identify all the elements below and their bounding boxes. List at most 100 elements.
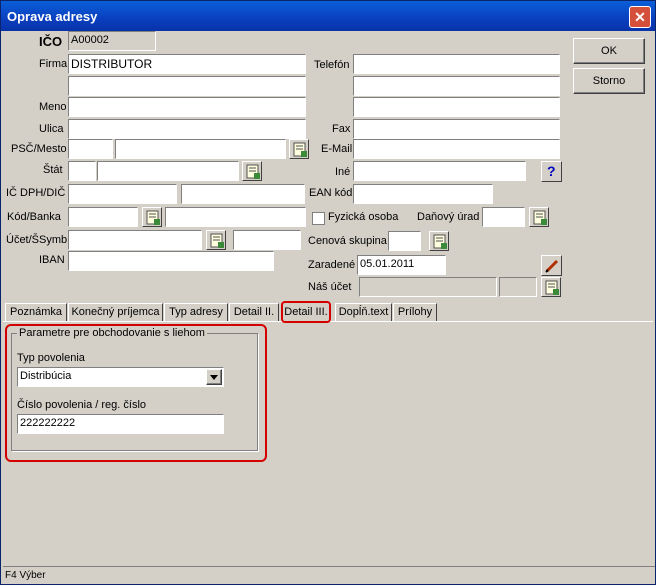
tab-prilohy[interactable]: Prílohy: [393, 303, 437, 321]
stat-picker-button[interactable]: [242, 161, 262, 181]
stat-code-field[interactable]: [68, 161, 96, 181]
stat-label: Štát: [43, 164, 63, 176]
tab-label: Poznámka: [10, 306, 62, 318]
firma-label: Firma: [39, 58, 68, 70]
title-bar: Oprava adresy ✕: [1, 1, 655, 31]
telefon-field[interactable]: [353, 54, 560, 74]
group-title: Parametre pre obchodovanie s liehom: [17, 327, 207, 339]
ok-button[interactable]: OK: [573, 38, 645, 64]
fax-field[interactable]: [353, 119, 560, 139]
tab-typ-adresy[interactable]: Typ adresy: [164, 303, 228, 321]
tab-panel-detail-iii: Parametre pre obchodovanie s liehom Typ …: [3, 321, 653, 566]
ulica-field[interactable]: [68, 119, 306, 139]
typ-povolenia-label: Typ povolenia: [17, 352, 85, 364]
icdph-field[interactable]: [68, 184, 177, 204]
icdph-label: IČ DPH/DIČ: [6, 187, 66, 199]
tab-poznamka[interactable]: Poznámka: [5, 303, 67, 321]
close-icon: ✕: [634, 9, 646, 25]
nas-ucet-picker-button[interactable]: [541, 277, 561, 297]
telefon3-field[interactable]: [353, 97, 560, 117]
edit-button[interactable]: [541, 255, 562, 276]
ucet-field[interactable]: [68, 230, 202, 250]
cenova-picker-button[interactable]: [429, 231, 449, 251]
ico-label: IČO: [39, 34, 63, 49]
dialog-window: Oprava adresy ✕ OK Storno IČO A00002 Fir…: [0, 0, 656, 585]
chevron-down-icon: [210, 375, 218, 380]
tab-label: Typ adresy: [169, 306, 223, 318]
cenova-field[interactable]: [388, 231, 421, 251]
danovy-field[interactable]: [482, 207, 525, 227]
mesto-picker-button[interactable]: [289, 139, 309, 159]
nas-ucet-code-field[interactable]: [499, 277, 537, 297]
tab-detail-iii[interactable]: Detail III.: [281, 301, 331, 323]
danovy-label: Daňový úrad: [417, 211, 480, 223]
meno-field[interactable]: [68, 97, 306, 117]
banka-field[interactable]: [165, 207, 306, 227]
address-book-icon: [545, 280, 559, 295]
zaradene-label: Zaradené: [308, 259, 356, 271]
address-book-icon: [433, 234, 447, 249]
telefon2-field[interactable]: [353, 76, 560, 96]
address-book-icon: [246, 164, 260, 179]
telefon-label: Telefón: [314, 59, 350, 71]
iban-field[interactable]: [68, 251, 274, 271]
firma2-field[interactable]: [68, 76, 306, 96]
kod-field[interactable]: [68, 207, 138, 227]
ean-label: EAN kód: [309, 187, 353, 199]
typ-povolenia-select[interactable]: Distribúcia: [17, 367, 224, 387]
fyzicka-checkbox[interactable]: [312, 212, 325, 225]
ssymb-field[interactable]: [233, 230, 301, 250]
cislo-povolenia-field[interactable]: 222222222: [17, 414, 224, 434]
ucet-picker-button[interactable]: [206, 230, 226, 250]
nas-ucet-label: Náš účet: [308, 281, 352, 293]
question-icon: ?: [547, 163, 556, 179]
tab-detail-ii[interactable]: Detail II.: [229, 303, 279, 321]
zaradene-field[interactable]: 05.01.2011: [357, 255, 446, 275]
typ-povolenia-dropdown-button[interactable]: [206, 369, 222, 385]
fyzicka-label: Fyzická osoba: [328, 211, 399, 223]
kod-picker-button[interactable]: [142, 207, 162, 227]
fax-label: Fax: [332, 123, 351, 135]
address-book-icon: [293, 142, 307, 157]
help-button[interactable]: ?: [541, 161, 562, 182]
email-label: E-Mail: [321, 143, 353, 155]
ucet-label: Účet/ŠSymb: [6, 234, 68, 246]
close-button[interactable]: ✕: [629, 6, 651, 28]
address-book-icon: [533, 210, 547, 225]
ico-field[interactable]: A00002: [68, 31, 156, 51]
status-bar: F4 Výber: [3, 566, 655, 583]
tab-label: Konečný príjemca: [71, 306, 160, 318]
ine-label: Iné: [335, 166, 351, 178]
iban-label: IBAN: [39, 254, 65, 266]
tab-label: Detail III.: [284, 306, 328, 318]
pencil-icon: [545, 259, 559, 273]
ulica-label: Ulica: [39, 123, 64, 135]
address-book-icon: [210, 233, 224, 248]
ean-field[interactable]: [353, 184, 493, 204]
psc-field[interactable]: [68, 139, 113, 159]
dic-field[interactable]: [181, 184, 305, 204]
danovy-picker-button[interactable]: [529, 207, 549, 227]
meno-label: Meno: [39, 101, 67, 113]
tab-label: Dopĺň.text: [338, 306, 389, 318]
storno-button-label: Storno: [592, 75, 626, 87]
cislo-povolenia-label: Číslo povolenia / reg. číslo: [17, 399, 147, 411]
window-title: Oprava adresy: [7, 9, 98, 24]
nas-ucet-field[interactable]: [359, 277, 497, 297]
email-field[interactable]: [353, 139, 560, 159]
tab-label: Prílohy: [397, 306, 433, 318]
stat-name-field[interactable]: [97, 161, 239, 181]
status-text: F4 Výber: [5, 570, 46, 581]
storno-button[interactable]: Storno: [573, 68, 645, 94]
tab-konecny-prijemca[interactable]: Konečný príjemca: [68, 303, 163, 321]
kod-label: Kód/Banka: [7, 211, 61, 223]
cenova-label: Cenová skupina: [308, 235, 387, 247]
tab-label: Detail II.: [233, 306, 275, 318]
ine-field[interactable]: [353, 161, 526, 181]
typ-povolenia-value: Distribúcia: [20, 370, 72, 382]
ok-button-label: OK: [601, 45, 617, 57]
address-book-icon: [146, 210, 160, 225]
tab-doplnkovy-text[interactable]: Dopĺň.text: [335, 303, 392, 321]
firma-field[interactable]: DISTRIBUTOR: [68, 54, 306, 74]
mesto-field[interactable]: [115, 139, 286, 159]
